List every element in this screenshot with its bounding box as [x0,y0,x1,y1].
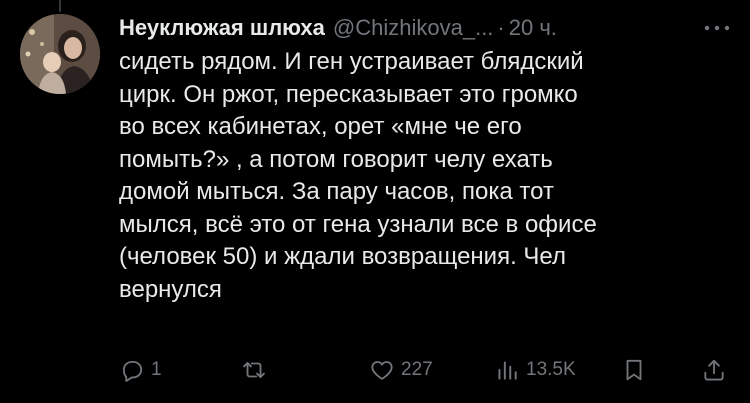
avatar-photo [20,14,100,94]
retweet-icon [243,362,265,378]
reply-count: 1 [151,359,162,380]
avatar[interactable] [20,14,100,94]
like-button[interactable]: 227 [369,352,433,388]
more-dots-icon [704,25,730,31]
reply-button[interactable]: 1 [119,352,162,388]
bookmark-icon [626,359,642,381]
like-count: 227 [401,359,433,380]
share-icon [704,359,724,381]
tweet-text: сидеть рядом. И ген устраивает блядский … [119,48,597,303]
views-count: 13.5K [526,359,576,380]
more-button[interactable] [699,18,735,38]
views-chart-icon [498,361,517,380]
tweet-body: Неуклюжая шлюха @Chizhikova_... · 20 ч. … [119,10,731,382]
user-handle[interactable]: @Chizhikova_... [333,15,494,41]
tweet-header: Неуклюжая шлюха @Chizhikova_... · 20 ч. [119,10,731,46]
timestamp[interactable]: 20 ч. [509,15,557,41]
bookmark-button[interactable] [621,352,647,388]
thread-connector-line [59,0,61,12]
share-button[interactable] [701,352,727,388]
views-button[interactable]: 13.5K [494,352,576,388]
retweet-button[interactable] [241,352,273,388]
separator-dot: · [497,15,505,40]
tweet-actions-bar: 1 227 13.5K [119,352,731,388]
heart-icon [371,361,393,380]
display-name[interactable]: Неуклюжая шлюха [119,15,325,41]
reply-bubble-icon [122,360,143,382]
